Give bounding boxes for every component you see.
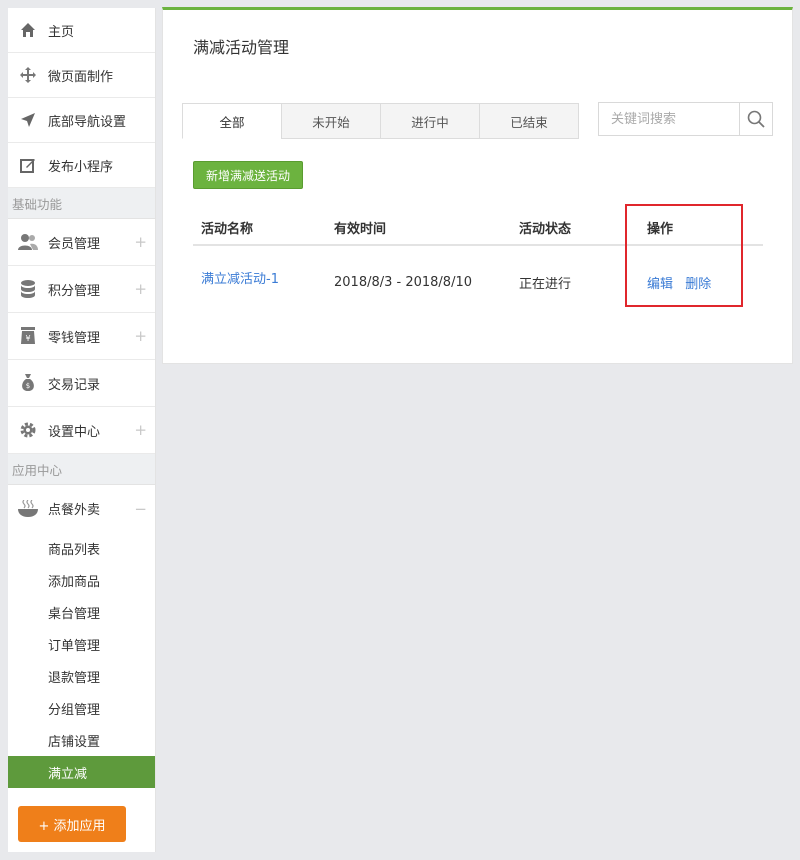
sub-item-groups[interactable]: 分组管理	[8, 692, 155, 724]
sidebar-item-change[interactable]: ¥ 零钱管理 +	[8, 313, 155, 360]
sub-item-tables[interactable]: 桌台管理	[8, 596, 155, 628]
gear-icon	[18, 420, 38, 440]
sidebar-item-label: 交易记录	[48, 377, 101, 393]
home-icon	[18, 20, 38, 40]
sidebar-item-transactions[interactable]: $ 交易记录	[8, 360, 155, 407]
sidebar-item-label: 微页面制作	[48, 69, 114, 85]
tab-not-started[interactable]: 未开始	[281, 103, 381, 139]
sidebar-item-label: 底部导航设置	[48, 114, 127, 130]
expand-icon[interactable]: +	[134, 327, 147, 345]
tab-all[interactable]: 全部	[182, 103, 282, 139]
activity-period: 2018/8/3 - 2018/8/10	[334, 274, 472, 290]
sidebar-item-settings[interactable]: 设置中心 +	[8, 407, 155, 454]
sub-item-discount[interactable]: 满立减	[8, 756, 155, 788]
section-header-basic: 基础功能	[8, 188, 155, 219]
sidebar-item-label: 点餐外卖	[48, 503, 101, 518]
sidebar-item-label: 零钱管理	[48, 330, 101, 346]
search-icon	[747, 110, 765, 128]
users-icon	[18, 232, 38, 252]
money-bag-icon: $	[18, 373, 38, 393]
sidebar-item-label: 发布小程序	[48, 159, 114, 175]
sidebar-item-bottom-nav[interactable]: 底部导航设置	[8, 98, 155, 143]
sidebar-item-label: 会员管理	[48, 236, 101, 252]
sub-item-product-list[interactable]: 商品列表	[8, 532, 155, 564]
delete-link[interactable]: 删除	[685, 277, 711, 292]
expand-icon[interactable]: +	[134, 280, 147, 298]
status-tabs: 全部 未开始 进行中 已结束	[182, 103, 579, 139]
table-row: 满立减活动-1 2018/8/3 - 2018/8/10 正在进行 编辑 删除	[193, 245, 763, 318]
database-icon	[18, 279, 38, 299]
food-bowl-icon	[18, 499, 38, 519]
sidebar-item-food-order[interactable]: 点餐外卖 −	[8, 485, 155, 532]
move-icon	[18, 65, 38, 85]
search-box	[598, 102, 773, 136]
edit-icon	[18, 155, 38, 175]
activity-name-cell: 满立减活动-1	[193, 245, 326, 318]
activity-status: 正在进行	[519, 276, 572, 292]
add-discount-activity-button[interactable]: 新增满减送活动	[193, 161, 303, 189]
tab-in-progress[interactable]: 进行中	[380, 103, 480, 139]
tab-ended[interactable]: 已结束	[479, 103, 579, 139]
sidebar-item-points[interactable]: 积分管理 +	[8, 266, 155, 313]
activity-table: 活动名称 有效时间 活动状态 操作 满立减活动-1 2018/8/3 - 201…	[193, 210, 763, 318]
table-header-row: 活动名称 有效时间 活动状态 操作	[193, 210, 763, 246]
sidebar-item-micropage[interactable]: 微页面制作	[8, 53, 155, 98]
sub-item-add-product[interactable]: 添加商品	[8, 564, 155, 596]
expand-icon[interactable]: +	[134, 421, 147, 439]
sidebar-item-label: 设置中心	[48, 424, 101, 440]
col-status: 活动状态	[511, 210, 639, 246]
sub-item-refunds[interactable]: 退款管理	[8, 660, 155, 692]
section-header-apps: 应用中心	[8, 454, 155, 485]
search-button[interactable]	[739, 103, 772, 135]
main-panel: 满减活动管理 全部 未开始 进行中 已结束 新增满减送活动 活动名称 有效时间 …	[162, 7, 793, 364]
sidebar-item-home[interactable]: 主页	[8, 8, 155, 53]
sub-item-store-settings[interactable]: 店铺设置	[8, 724, 155, 756]
expand-icon[interactable]: +	[134, 233, 147, 251]
sidebar: 主页 微页面制作 底部导航设置 发布小程序 基础功能 会员管理 + 积分管理 +	[8, 8, 156, 852]
sidebar-item-label: 主页	[48, 24, 75, 40]
add-app-button[interactable]: + 添加应用	[18, 806, 126, 842]
sidebar-item-label: 积分管理	[48, 283, 101, 299]
sub-item-orders[interactable]: 订单管理	[8, 628, 155, 660]
col-activity-name: 活动名称	[193, 210, 326, 246]
page-title: 满减活动管理	[193, 38, 290, 57]
money-jar-icon: ¥	[18, 326, 38, 346]
edit-link[interactable]: 编辑	[647, 277, 673, 292]
actions-cell: 编辑 删除	[639, 245, 763, 318]
col-valid-period: 有效时间	[326, 210, 511, 246]
sidebar-item-publish[interactable]: 发布小程序	[8, 143, 155, 188]
col-actions: 操作	[639, 210, 763, 246]
svg-text:$: $	[26, 382, 30, 390]
collapse-icon[interactable]: −	[134, 500, 147, 518]
sidebar-item-members[interactable]: 会员管理 +	[8, 219, 155, 266]
activity-name-link[interactable]: 满立减活动-1	[201, 272, 279, 287]
search-input[interactable]	[599, 103, 739, 135]
navigation-arrow-icon	[18, 110, 38, 130]
svg-text:¥: ¥	[25, 334, 30, 343]
